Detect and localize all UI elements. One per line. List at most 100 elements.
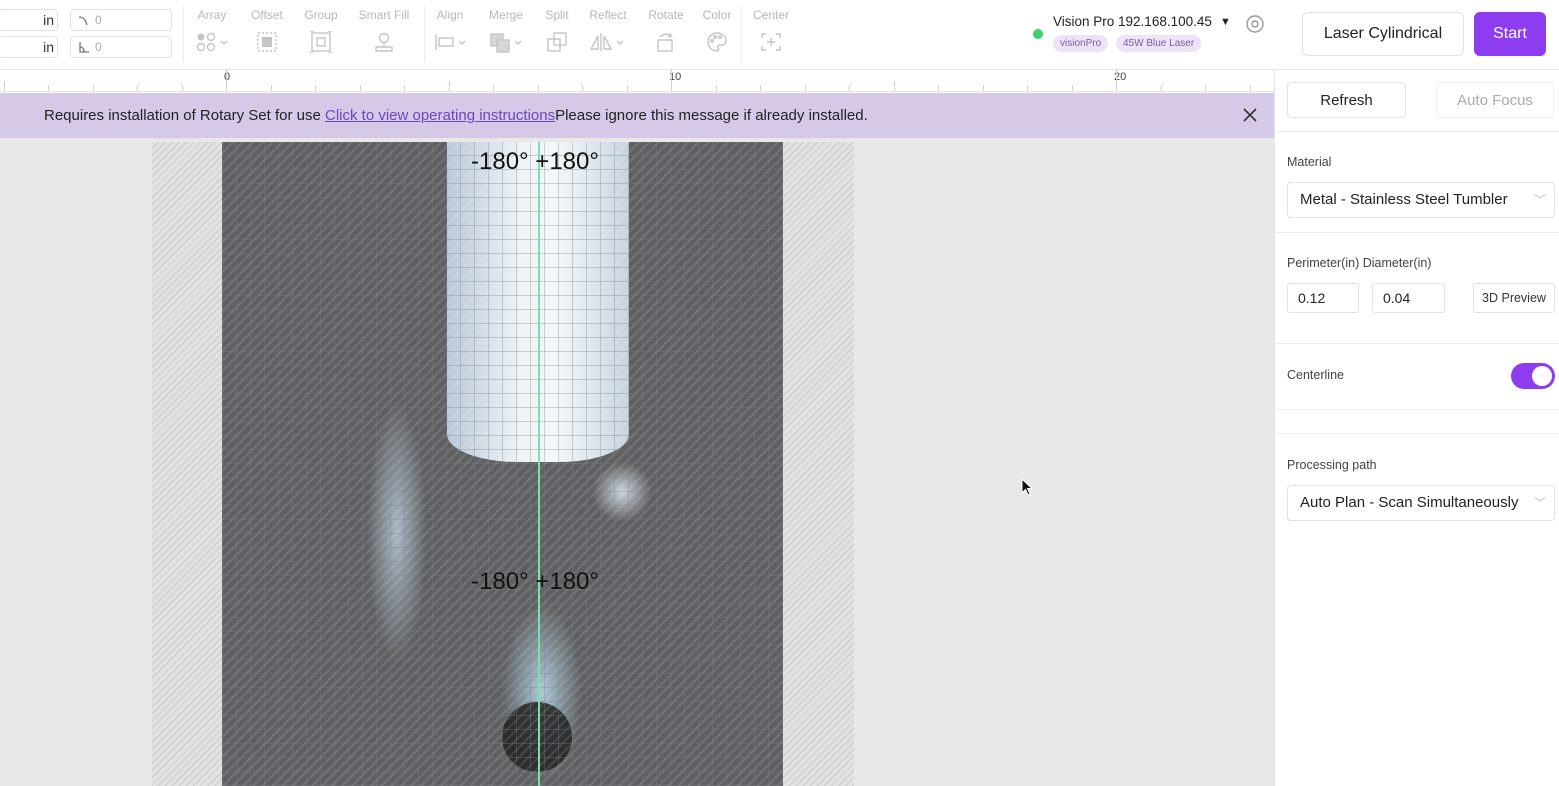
array-label: Array xyxy=(197,8,227,22)
group-tool[interactable]: Group xyxy=(300,6,342,62)
ruler-tick xyxy=(181,85,183,91)
ruler-tick xyxy=(1027,85,1028,91)
ruler-tick xyxy=(582,85,583,91)
ruler-label-0: 0 xyxy=(224,71,231,83)
panel-divider xyxy=(1275,409,1559,410)
material-select[interactable]: Metal - Stainless Steel Tumbler ﹀ xyxy=(1287,182,1555,218)
device-selector[interactable]: Vision Pro 192.168.100.45 ▼ visionPro 45… xyxy=(1030,10,1270,60)
diameter-input[interactable]: 0.04 xyxy=(1372,283,1445,313)
height-unit: in xyxy=(43,39,54,55)
group-label: Group xyxy=(304,8,338,22)
split-label: Split xyxy=(545,8,569,22)
height-field[interactable]: in xyxy=(0,36,58,58)
ruler-tick xyxy=(760,85,761,91)
ruler-tick xyxy=(315,85,316,91)
smart-fill-icon xyxy=(375,32,393,52)
align-label: Align xyxy=(436,8,464,22)
3d-preview-button[interactable]: 3D Preview xyxy=(1473,283,1555,313)
palette-icon xyxy=(707,32,727,52)
ruler-tick xyxy=(1205,85,1206,91)
centerline-toggle[interactable] xyxy=(1511,363,1555,389)
middle-angle-label: -180° +180° xyxy=(471,568,599,595)
ruler-tick xyxy=(626,85,628,91)
ruler-tick xyxy=(1071,85,1073,91)
corner-radius-icon xyxy=(78,16,88,26)
corner-radius-value: 0 xyxy=(95,13,102,27)
align-tool[interactable]: Align xyxy=(432,6,468,62)
notice-text-after: Please ignore this message if already in… xyxy=(555,107,868,124)
rotate-icon xyxy=(657,32,673,52)
toolbar-divider xyxy=(183,6,184,62)
smart-fill-label: Smart Fill xyxy=(358,8,410,22)
top-angle-label: -180° +180° xyxy=(471,148,599,175)
notice-message: Requires installation of Rotary Set for … xyxy=(44,107,868,124)
ruler-tick xyxy=(671,69,672,91)
material-label: Material xyxy=(1287,155,1332,169)
ruler-tick xyxy=(92,85,94,91)
centerline-label: Centerline xyxy=(1287,368,1344,382)
group-icon xyxy=(310,31,332,53)
center-tool[interactable]: Center xyxy=(749,6,793,62)
perimeter-diameter-label: Perimeter(in) Diameter(in) xyxy=(1287,256,1432,270)
ruler-tick xyxy=(849,85,850,91)
auto-focus-button[interactable]: Auto Focus xyxy=(1436,82,1554,118)
ruler-tick xyxy=(715,85,717,91)
corner-radius-field[interactable]: 0 xyxy=(70,9,172,31)
laser-cylindrical-button[interactable]: Laser Cylindrical xyxy=(1302,12,1464,56)
array-tool[interactable]: Array xyxy=(193,6,231,62)
toolbar-divider xyxy=(424,6,425,62)
refresh-button[interactable]: Refresh xyxy=(1287,82,1406,118)
panel-divider xyxy=(1275,343,1559,344)
toolbar-divider xyxy=(741,6,742,62)
top-toolbar: in in 0 0 Array Offset Group Smart Fill … xyxy=(0,0,1559,70)
ruler-tick xyxy=(493,85,494,91)
angle-icon xyxy=(79,42,89,53)
device-model-badge: visionPro xyxy=(1053,35,1109,52)
smart-fill-tool[interactable]: Smart Fill xyxy=(354,6,414,62)
color-tool[interactable]: Color xyxy=(700,6,734,62)
color-label: Color xyxy=(702,8,732,22)
diameter-value: 0.04 xyxy=(1383,290,1411,306)
reflect-label: Reflect xyxy=(589,8,627,22)
left-out-of-range-area xyxy=(152,142,223,786)
rotation-angle-field[interactable]: 0 xyxy=(70,36,172,58)
align-icon xyxy=(435,34,466,50)
horizontal-ruler: 0 10 20 xyxy=(0,69,1274,92)
ruler-tick xyxy=(226,69,227,91)
online-status-dot xyxy=(1033,29,1043,39)
offset-label: Offset xyxy=(251,8,283,22)
panel-divider xyxy=(1275,232,1559,233)
camera-work-area[interactable]: -180° +180° -180° +180° xyxy=(222,142,783,786)
ruler-tick xyxy=(48,85,49,91)
reflect-tool[interactable]: Reflect xyxy=(586,6,630,62)
right-out-of-range-area xyxy=(783,142,854,786)
ruler-tick xyxy=(982,85,984,91)
toggle-knob xyxy=(1532,366,1552,386)
ruler-tick xyxy=(448,81,450,91)
operating-instructions-link[interactable]: Click to view operating instructions xyxy=(325,107,555,124)
design-canvas[interactable]: -180° +180° -180° +180° xyxy=(0,138,1274,786)
rotation-angle-value: 0 xyxy=(95,40,102,54)
panel-divider xyxy=(1275,131,1559,132)
perimeter-input[interactable]: 0.12 xyxy=(1287,283,1359,313)
width-field[interactable]: in xyxy=(0,9,58,31)
start-button[interactable]: Start xyxy=(1474,12,1546,56)
merge-tool[interactable]: Merge xyxy=(486,6,526,62)
ruler-tick xyxy=(938,85,939,91)
ruler-tick xyxy=(804,85,806,91)
center-label: Center xyxy=(752,8,790,22)
array-icon xyxy=(196,32,228,52)
ruler-tick xyxy=(137,85,138,91)
split-tool[interactable]: Split xyxy=(540,6,574,62)
processing-path-select[interactable]: Auto Plan - Scan Simultaneously ﹀ xyxy=(1287,485,1555,521)
canvas-grid-overlay xyxy=(222,142,783,786)
offset-tool[interactable]: Offset xyxy=(247,6,287,62)
close-icon[interactable] xyxy=(1240,105,1260,125)
rotate-tool[interactable]: Rotate xyxy=(645,6,687,62)
centerline-guide xyxy=(538,142,540,786)
ruler-tick xyxy=(359,85,361,91)
chevron-down-icon: ﹀ xyxy=(1533,193,1546,207)
perimeter-value: 0.12 xyxy=(1298,290,1326,306)
ruler-tick xyxy=(1160,85,1162,91)
device-settings-icon[interactable] xyxy=(1244,13,1266,35)
